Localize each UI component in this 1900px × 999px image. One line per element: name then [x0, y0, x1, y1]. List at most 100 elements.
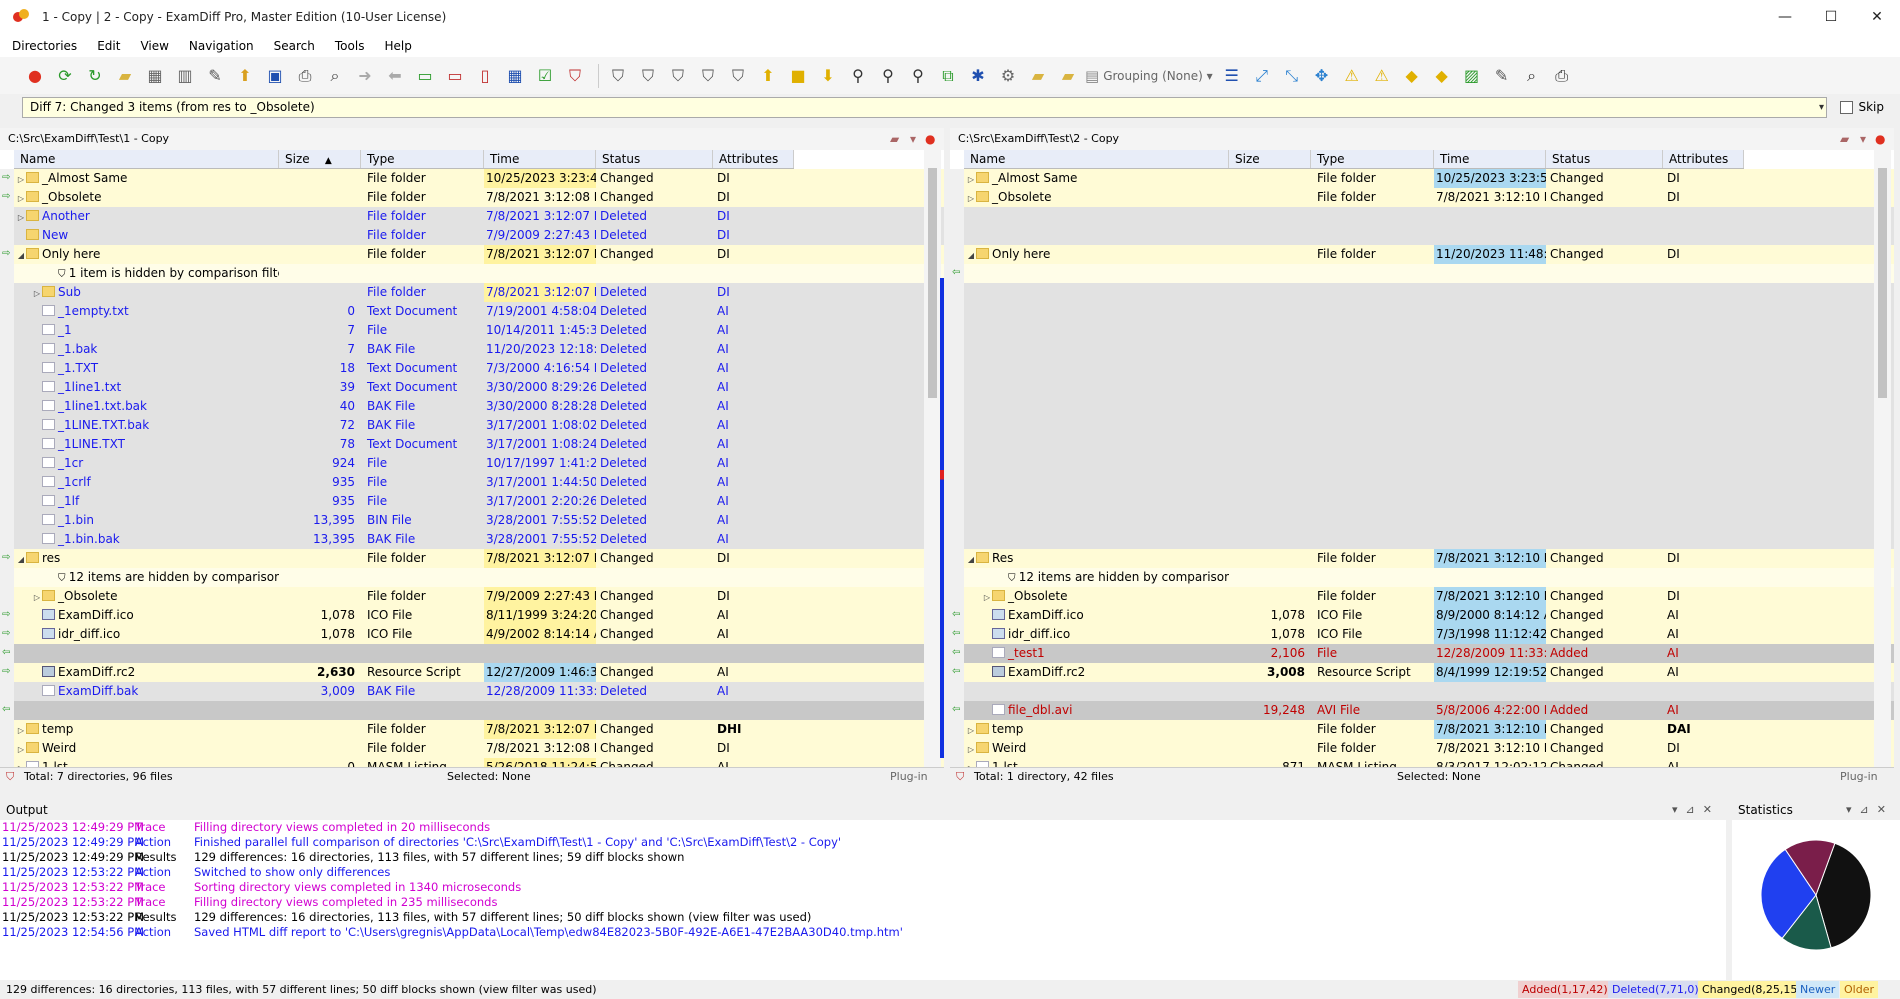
table-row[interactable]: _1line1.txt.bak 40 BAK File 3/30/2000 8:28:…: [0, 397, 944, 416]
table-row[interactable]: ▷ Weird File folder 7/8/2021 3:12:10 PM Chan…: [950, 739, 1894, 758]
table-row[interactable]: [950, 454, 1894, 473]
filter-red-icon[interactable]: ⛉: [562, 63, 588, 89]
close-icon[interactable]: ✕: [1854, 0, 1900, 34]
table-row[interactable]: [950, 302, 1894, 321]
table-row[interactable]: ⛉ 1 item is hidden by comparison filters: [0, 264, 944, 283]
grid-icon[interactable]: ▦: [502, 63, 528, 89]
newer-badge[interactable]: Newer: [1796, 981, 1840, 998]
table-row[interactable]: [950, 340, 1894, 359]
table-row[interactable]: ⛉ 12 items are hidden by comparison and …: [0, 568, 944, 587]
table-row[interactable]: [950, 435, 1894, 454]
compare-icon[interactable]: ●: [925, 131, 941, 147]
maximize-icon[interactable]: ☐: [1808, 0, 1854, 34]
column-name[interactable]: Name: [14, 150, 279, 168]
stop-icon[interactable]: ■: [785, 63, 811, 89]
up-arrow-icon[interactable]: ⬆: [755, 63, 781, 89]
sync-arrow-icon[interactable]: ⇦: [952, 629, 960, 639]
table-row[interactable]: _1.TXT 18 Text Document 7/3/2000 4:16:54 PM…: [0, 359, 944, 378]
table-row[interactable]: _1LINE.TXT 78 Text Document 3/17/2001 1:08:…: [0, 435, 944, 454]
column-time[interactable]: Time: [484, 150, 596, 168]
sync-arrow-icon[interactable]: ⇨: [2, 553, 10, 563]
table-row[interactable]: [950, 321, 1894, 340]
compare-icon[interactable]: ●: [22, 63, 48, 89]
table-row[interactable]: ⇦: [0, 644, 944, 663]
expand-toggle-icon[interactable]: ▷: [966, 759, 976, 767]
collapse-all-icon[interactable]: ✥: [1309, 63, 1335, 89]
filter-check-icon[interactable]: ⛉: [665, 63, 691, 89]
export-icon[interactable]: ▨: [1459, 63, 1485, 89]
table-row[interactable]: _1crlf 935 File 3/17/2001 1:44:50 ... Delete…: [0, 473, 944, 492]
table-row[interactable]: ⇦ _test1 2,106 File 12/28/2009 11:33:2... Add…: [950, 644, 1894, 663]
expand-toggle-icon[interactable]: ▷: [966, 189, 976, 207]
sync-arrow-icon[interactable]: ⇨: [2, 173, 10, 183]
menu-tools[interactable]: Tools: [327, 39, 373, 53]
expand-toggle-icon[interactable]: ▷: [966, 740, 976, 758]
left-scrollbar[interactable]: [924, 150, 941, 767]
show-identical-icon[interactable]: ▭: [412, 63, 438, 89]
layout-horizontal-icon[interactable]: ▦: [142, 63, 168, 89]
older-badge[interactable]: Older: [1840, 981, 1878, 998]
browse-icon[interactable]: ▰: [1025, 63, 1051, 89]
chevron-down-icon[interactable]: ▾: [1860, 131, 1876, 147]
deleted-badge[interactable]: Deleted(7,71,0): [1608, 981, 1703, 998]
expand-icon[interactable]: ⤢: [1249, 63, 1275, 89]
next-arrow-icon[interactable]: ➜: [352, 63, 378, 89]
bell-save-icon[interactable]: ⚠: [1369, 63, 1395, 89]
sync-arrow-icon[interactable]: ⇦: [952, 648, 960, 658]
table-row[interactable]: ⇨ ◢ Only here File folder 7/8/2021 3:12:07 P…: [0, 245, 944, 264]
gear-icon[interactable]: ⚙: [995, 63, 1021, 89]
table-row[interactable]: ExamDiff.bak 3,009 BAK File 12/28/2009 11:3…: [0, 682, 944, 701]
find-prev-icon[interactable]: ⚲: [905, 63, 931, 89]
folder-browse-icon[interactable]: ▰: [1840, 131, 1856, 147]
column-attributes[interactable]: Attributes: [1663, 150, 1744, 168]
sync-arrow-icon[interactable]: ⇨: [2, 610, 10, 620]
show-different-icon[interactable]: ▭: [442, 63, 468, 89]
menu-directories[interactable]: Directories: [4, 39, 85, 53]
table-row[interactable]: _1line1.txt 39 Text Document 3/30/2000 8:29…: [0, 378, 944, 397]
collapse-icon[interactable]: ⤡: [1279, 63, 1305, 89]
minimize-icon[interactable]: —: [1762, 0, 1808, 34]
refresh-icon[interactable]: ⟳: [52, 63, 78, 89]
diff-selector[interactable]: Diff 7: Changed 3 items (from res to _Ob…: [22, 97, 1827, 118]
table-row[interactable]: ▷ Weird File folder 7/8/2021 3:12:08 PM Chan…: [0, 739, 944, 758]
folder-add-icon[interactable]: ▰: [1055, 63, 1081, 89]
sync-arrow-icon[interactable]: ⇦: [952, 705, 960, 715]
printer-icon[interactable]: ⎙: [1549, 63, 1575, 89]
report-icon[interactable]: ✎: [1489, 63, 1515, 89]
compare-icon[interactable]: ●: [1875, 131, 1891, 147]
table-row[interactable]: _1.bak 7 BAK File 11/20/2023 12:18:0... Dele…: [0, 340, 944, 359]
sync-arrow-icon[interactable]: ⇦: [952, 667, 960, 677]
expand-toggle-icon[interactable]: ▷: [982, 588, 992, 606]
skip-checkbox[interactable]: Skip: [1840, 100, 1884, 114]
expand-toggle-icon[interactable]: ▷: [16, 721, 26, 739]
changed-badge[interactable]: Changed(8,25,15): [1698, 981, 1806, 998]
sync-arrow-icon[interactable]: ⇨: [2, 629, 10, 639]
table-row[interactable]: ⇦ idr_diff.ico 1,078 ICO File 7/3/1998 11:12…: [950, 625, 1894, 644]
save-icon[interactable]: ▣: [262, 63, 288, 89]
table-row[interactable]: _1cr 924 File 10/17/1997 1:41:20 ... Deleted…: [0, 454, 944, 473]
tools-icon[interactable]: ✱: [965, 63, 991, 89]
table-row[interactable]: _1lf 935 File 3/17/2001 2:20:26 ... Deleted A…: [0, 492, 944, 511]
table-row[interactable]: ⇦: [950, 264, 1894, 283]
panel-controls[interactable]: ▾⊿✕: [1672, 800, 1720, 820]
filter-text-icon[interactable]: ⛉: [725, 63, 751, 89]
expand-toggle-icon[interactable]: ▷: [16, 740, 26, 758]
table-row[interactable]: ⇨ ◢ res File folder 7/8/2021 3:12:07 PM Chang…: [0, 549, 944, 568]
table-row[interactable]: [950, 511, 1894, 530]
table-row[interactable]: _1.bin.bak 13,395 BAK File 3/28/2001 7:55:5…: [0, 530, 944, 549]
down-arrow-icon[interactable]: ⬇: [815, 63, 841, 89]
sync-arrow-icon[interactable]: ⇦: [2, 648, 10, 658]
left-plugin[interactable]: Plug-in: [890, 768, 928, 784]
menu-navigation[interactable]: Navigation: [181, 39, 262, 53]
expand-toggle-icon[interactable]: ▷: [32, 284, 42, 302]
table-row[interactable]: [950, 473, 1894, 492]
column-size[interactable]: Size: [1229, 150, 1311, 168]
bookmark-icon[interactable]: ◆: [1399, 63, 1425, 89]
check-icon[interactable]: ☑: [532, 63, 558, 89]
table-row[interactable]: [950, 207, 1894, 226]
column-size[interactable]: Size ▲: [279, 150, 361, 168]
bell-icon[interactable]: ⚠: [1339, 63, 1365, 89]
right-plugin[interactable]: Plug-in: [1840, 768, 1878, 784]
table-row[interactable]: ▷ temp File folder 7/8/2021 3:12:10 PM Chang…: [950, 720, 1894, 739]
copy-left-icon[interactable]: ⬆: [232, 63, 258, 89]
